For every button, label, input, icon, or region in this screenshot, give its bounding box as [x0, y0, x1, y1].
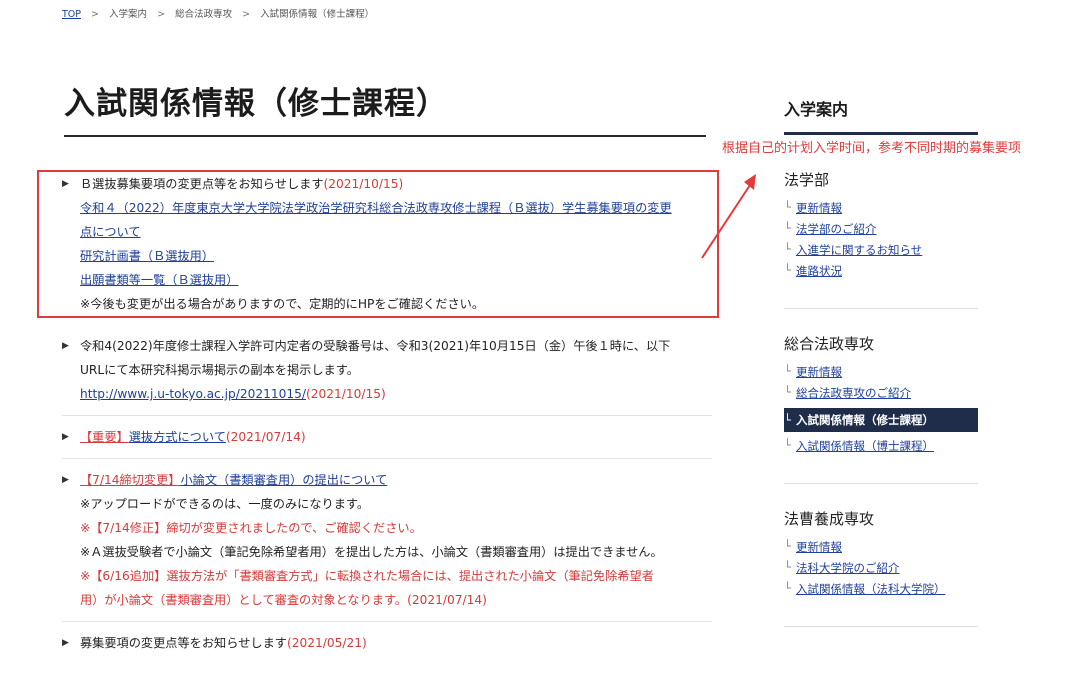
branch-icon: └ — [784, 263, 791, 277]
sidebar-divider — [784, 483, 978, 484]
deadline-change-tag-link[interactable]: 【7/14締切変更】 — [80, 473, 181, 487]
breadcrumb: TOP > 入学案内 > 総合法政専攻 > 入試関係情報（修士課程） — [62, 6, 374, 20]
sidebar-section-title: 総合法政専攻 — [784, 335, 875, 353]
breadcrumb-separator: > — [91, 9, 100, 20]
sidebar-list: └ 更新情報 └ 総合法政専攻のご紹介 └ 入試関係情報（修士課程） └ 入試関係情報（… — [784, 362, 978, 457]
sidebar: 入学案内 法学部 └ 更新情報 └ 法学部のご紹介 └ 入進学に関するお知らせ └ 進路… — [784, 96, 978, 651]
sidebar-divider — [784, 308, 978, 309]
sidebar-section-title: 法曹養成専攻 — [784, 510, 875, 528]
sidebar-link[interactable]: 入試関係情報（法科大学院） — [796, 582, 946, 596]
sidebar-link[interactable]: 法科大学院のご紹介 — [796, 561, 900, 575]
news-item-text: URLにて本研究科掲示場掲示の副本を掲示します。 — [80, 363, 359, 377]
news-item: ▶ 【重要】選抜方式について(2021/07/14) — [62, 425, 712, 459]
news-item-title: 募集要項の変更点等をお知らせします — [80, 636, 287, 650]
important-tag-link[interactable]: 【重要】 — [80, 430, 129, 444]
title-divider — [64, 135, 706, 137]
news-item-text: 令和4(2022)年度修士課程入学許可内定者の受験番号は、令和3(2021)年1… — [80, 339, 671, 353]
sidebar-item[interactable]: └ 更新情報 — [784, 537, 978, 558]
branch-icon: └ — [784, 221, 791, 235]
news-item-note: ※Ａ選抜受験者で小論文（筆記免除希望者用）を提出した方は、小論文（書類審査用）は… — [80, 545, 663, 559]
sidebar-link[interactable]: 進路状況 — [796, 264, 842, 278]
news-item-date: (2021/07/14) — [407, 593, 487, 607]
result-url-link[interactable]: http://www.j.u-tokyo.ac.jp/20211015/ — [80, 387, 306, 401]
branch-icon: └ — [784, 413, 791, 427]
sidebar-heading: 入学案内 — [784, 96, 978, 135]
breadcrumb-separator: > — [157, 9, 166, 20]
breadcrumb-item-admission[interactable]: 入学案内 — [109, 9, 147, 20]
sidebar-link[interactable]: 入進学に関するお知らせ — [796, 243, 922, 257]
breadcrumb-separator: > — [242, 9, 251, 20]
sidebar-item-active[interactable]: └ 入試関係情報（修士課程） — [784, 408, 978, 432]
news-item-date: (2021/10/15) — [305, 387, 386, 401]
news-item: ▶ 【7/14締切変更】小論文（書類審査用）の提出について ※アップロードができ… — [62, 468, 712, 622]
sidebar-item[interactable]: └ 更新情報 — [784, 198, 978, 219]
sidebar-item[interactable]: └ 進路状況 — [784, 261, 978, 282]
sidebar-list: └ 更新情報 └ 法科大学院のご紹介 └ 入試関係情報（法科大学院） — [784, 537, 978, 600]
sidebar-item[interactable]: └ 入進学に関するお知らせ — [784, 240, 978, 261]
sidebar-link[interactable]: 更新情報 — [796, 201, 842, 215]
sidebar-link[interactable]: 入試関係情報（博士課程） — [796, 439, 934, 453]
sidebar-link[interactable]: 法学部のご紹介 — [796, 222, 877, 236]
selection-method-link[interactable]: 選抜方式について — [129, 430, 226, 444]
branch-icon: └ — [784, 385, 791, 399]
sidebar-item[interactable]: └ 入試関係情報（博士課程） — [784, 436, 978, 457]
highlight-box — [37, 170, 719, 318]
sidebar-item[interactable]: └ 総合法政専攻のご紹介 — [784, 383, 978, 404]
branch-icon: └ — [784, 581, 791, 595]
triangle-bullet-icon: ▶ — [62, 638, 69, 648]
sidebar-item[interactable]: └ 更新情報 — [784, 362, 978, 383]
branch-icon: └ — [784, 560, 791, 574]
branch-icon: └ — [784, 200, 791, 214]
branch-icon: └ — [784, 438, 791, 452]
news-item-note-red: 用）が小論文（書類審査用）として審査の対象となります。 — [80, 593, 408, 607]
news-item-note: ※アップロードができるのは、一度のみになります。 — [80, 497, 370, 511]
branch-icon: └ — [784, 364, 791, 378]
breadcrumb-top-link[interactable]: TOP — [62, 9, 81, 20]
page-title: 入試関係情報（修士課程） — [64, 86, 448, 122]
breadcrumb-item-major[interactable]: 総合法政専攻 — [175, 9, 232, 20]
branch-icon: └ — [784, 539, 791, 553]
sidebar-item[interactable]: └ 法科大学院のご紹介 — [784, 558, 978, 579]
news-item: ▶ 令和4(2022)年度修士課程入学許可内定者の受験番号は、令和3(2021)… — [62, 334, 712, 416]
sidebar-link[interactable]: 更新情報 — [796, 365, 842, 379]
news-item-note-red: ※【6/16追加】選抜方法が「書類審査方式」に転換された場合には、提出された小論… — [80, 569, 654, 583]
news-item-date: (2021/05/21) — [286, 636, 367, 650]
triangle-bullet-icon: ▶ — [62, 432, 69, 442]
sidebar-list: └ 更新情報 └ 法学部のご紹介 └ 入進学に関するお知らせ └ 進路状況 — [784, 198, 978, 282]
sidebar-item[interactable]: └ 入試関係情報（法科大学院） — [784, 579, 978, 600]
triangle-bullet-icon: ▶ — [62, 475, 69, 485]
news-item: ▶ 募集要項の変更点等をお知らせします(2021/05/21) — [62, 631, 712, 664]
sidebar-link-current[interactable]: 入試関係情報（修士課程） — [796, 413, 934, 427]
sidebar-link[interactable]: 総合法政専攻のご紹介 — [796, 386, 911, 400]
branch-icon: └ — [784, 242, 791, 256]
news-item-note-red: ※【7/14修正】締切が変更されましたので、ご確認ください。 — [80, 521, 422, 535]
sidebar-divider — [784, 626, 978, 627]
news-item-date: (2021/07/14) — [225, 430, 306, 444]
sidebar-item[interactable]: └ 法学部のご紹介 — [784, 219, 978, 240]
essay-submission-link[interactable]: 小論文（書類審査用）の提出について — [181, 473, 388, 487]
triangle-bullet-icon: ▶ — [62, 341, 69, 351]
sidebar-link[interactable]: 更新情報 — [796, 540, 842, 554]
breadcrumb-item-current: 入試関係情報（修士課程） — [260, 9, 375, 20]
sidebar-section-title: 法学部 — [784, 171, 830, 189]
